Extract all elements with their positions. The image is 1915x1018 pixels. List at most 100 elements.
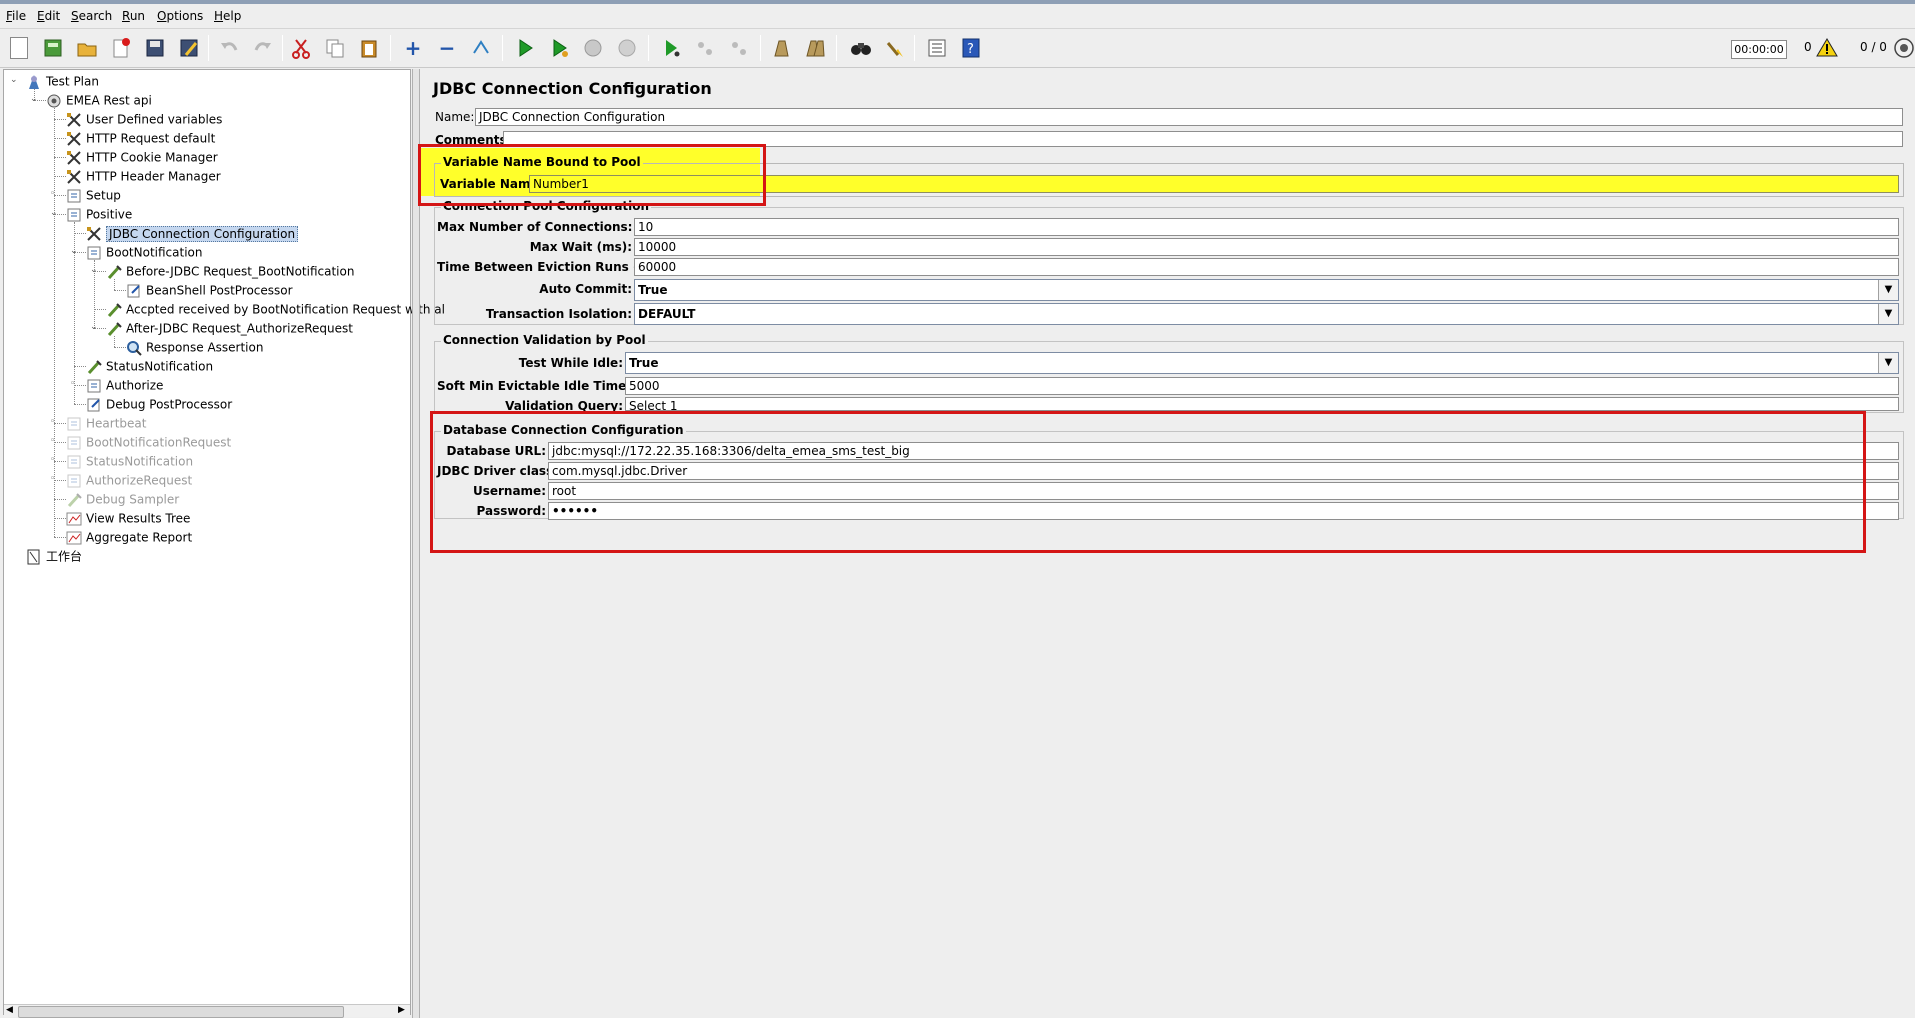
scroll-right-arrow-icon[interactable]: ▶ — [398, 1005, 405, 1015]
shutdown-icon[interactable] — [612, 33, 642, 63]
function-helper-icon[interactable] — [922, 33, 952, 63]
save-as-icon[interactable] — [174, 33, 204, 63]
scrollbar-thumb[interactable] — [18, 1006, 344, 1018]
tree-node[interactable]: Response Assertion — [126, 338, 263, 356]
menu-file[interactable]: File — [6, 9, 26, 23]
testplan-icon — [26, 74, 42, 90]
search-icon[interactable] — [846, 33, 876, 63]
tree-collapsed-handle-icon[interactable]: ◦ — [50, 418, 58, 427]
tree-node-label: Test Plan — [46, 74, 99, 89]
tree-node[interactable]: StatusNotification — [86, 357, 213, 375]
close-icon[interactable] — [106, 33, 136, 63]
menu-edit[interactable]: Edit — [37, 9, 60, 23]
menu-search[interactable]: Search — [71, 9, 112, 23]
clear-icon[interactable] — [766, 33, 796, 63]
auto-commit-select[interactable]: True ▼ — [634, 279, 1899, 301]
collapse-icon[interactable]: − — [432, 33, 462, 63]
toolbar: + − ? 00:00:00 0 0 / 0 — [0, 29, 1915, 68]
tree-expand-handle-icon[interactable]: ⌄ — [70, 247, 78, 256]
tree-node[interactable]: Authorize — [86, 376, 163, 394]
tree-node[interactable]: EMEA Rest api — [46, 91, 152, 109]
tree-node[interactable]: Setup — [66, 186, 121, 204]
controller-icon — [66, 188, 82, 204]
templates-icon[interactable] — [38, 33, 68, 63]
warning-icon[interactable] — [1816, 37, 1838, 60]
max-wait-field[interactable]: 10000 — [634, 238, 1899, 256]
cut-icon[interactable] — [286, 33, 316, 63]
open-icon[interactable] — [72, 33, 102, 63]
clear-all-icon[interactable] — [800, 33, 830, 63]
remote-exit-icon[interactable] — [724, 33, 754, 63]
tree-collapsed-handle-icon[interactable]: ◦ — [50, 190, 58, 199]
tree-expand-handle-icon[interactable]: ⌄ — [90, 266, 98, 275]
tree-node[interactable]: 工作台 — [26, 547, 82, 565]
tree-node-label: StatusNotification — [106, 359, 214, 374]
tree-collapsed-handle-icon[interactable]: ◦ — [50, 475, 58, 484]
tree-node[interactable]: User Defined variables — [66, 110, 222, 128]
expand-icon[interactable]: + — [398, 33, 428, 63]
tree-node[interactable]: StatusNotification — [66, 452, 193, 470]
tree-expand-handle-icon[interactable]: ⌄ — [50, 209, 58, 218]
tree-node[interactable]: AuthorizeRequest — [66, 471, 192, 489]
redo-icon[interactable] — [248, 33, 278, 63]
name-field[interactable]: JDBC Connection Configuration — [475, 108, 1903, 126]
new-icon[interactable] — [4, 33, 34, 63]
toggle-icon[interactable] — [466, 33, 496, 63]
tree-node[interactable]: BootNotificationRequest — [66, 433, 231, 451]
tree-node[interactable]: View Results Tree — [66, 509, 190, 527]
tree-expand-handle-icon[interactable]: ⌄ — [10, 76, 18, 85]
test-while-idle-select[interactable]: True ▼ — [625, 352, 1899, 374]
tree-node[interactable]: Heartbeat — [66, 414, 146, 432]
sampler-icon — [86, 359, 102, 375]
start-no-pause-icon[interactable] — [544, 33, 574, 63]
menu-help[interactable]: Help — [214, 9, 241, 23]
stop-icon[interactable] — [578, 33, 608, 63]
pane-splitter[interactable] — [412, 69, 420, 1018]
tree-node[interactable]: BeanShell PostProcessor — [126, 281, 293, 299]
chevron-down-icon[interactable]: ▼ — [1878, 280, 1898, 300]
tree-node[interactable]: Accpted received by BootNotification Req… — [106, 300, 445, 318]
menu-options[interactable]: Options — [157, 9, 203, 23]
tree-node[interactable]: Debug Sampler — [66, 490, 179, 508]
test-plan-tree[interactable]: Test Plan ⌄ EMEA Rest api ⌄ User Defined var… — [3, 69, 445, 1015]
tree-expand-handle-icon[interactable]: ⌄ — [90, 323, 98, 332]
start-icon[interactable] — [510, 33, 540, 63]
tree-node[interactable]: After-JDBC Request_AuthorizeRequest — [106, 319, 353, 337]
tree-expand-handle-icon[interactable]: ⌄ — [30, 95, 38, 104]
chevron-down-icon[interactable]: ▼ — [1878, 304, 1898, 324]
tree-node-label: HTTP Cookie Manager — [86, 150, 218, 165]
tree-collapsed-handle-icon[interactable]: ◦ — [70, 380, 78, 389]
menu-run[interactable]: Run — [122, 9, 145, 23]
tree-node[interactable]: Debug PostProcessor — [86, 395, 232, 413]
chevron-down-icon[interactable]: ▼ — [1878, 353, 1898, 373]
transaction-isolation-value: DEFAULT — [638, 307, 696, 321]
tree-node-label: BootNotification — [106, 245, 203, 260]
tree-node[interactable]: Aggregate Report — [66, 528, 192, 546]
copy-icon[interactable] — [320, 33, 350, 63]
soft-min-idle-field[interactable]: 5000 — [625, 377, 1899, 395]
paste-icon[interactable] — [354, 33, 384, 63]
tree-collapsed-handle-icon[interactable]: ◦ — [50, 456, 58, 465]
max-connections-field[interactable]: 10 — [634, 218, 1899, 236]
tree-horizontal-scrollbar[interactable]: ◀ ▶ — [4, 1004, 410, 1018]
reset-search-icon[interactable] — [880, 33, 910, 63]
undo-icon[interactable] — [214, 33, 244, 63]
scroll-left-arrow-icon[interactable]: ◀ — [6, 1005, 13, 1015]
remote-start-icon[interactable] — [656, 33, 686, 63]
tree-node[interactable]: Test Plan — [26, 72, 99, 90]
tree-node[interactable]: HTTP Cookie Manager — [66, 148, 218, 166]
tree-collapsed-handle-icon[interactable]: ◦ — [50, 437, 58, 446]
eviction-runs-field[interactable]: 60000 — [634, 258, 1899, 276]
remote-stop-icon[interactable] — [690, 33, 720, 63]
save-icon[interactable] — [140, 33, 170, 63]
tree-node[interactable]: JDBC Connection Configuration — [86, 224, 299, 242]
tree-node[interactable]: HTTP Header Manager — [66, 167, 221, 185]
help-icon[interactable]: ? — [956, 33, 986, 63]
transaction-isolation-select[interactable]: DEFAULT ▼ — [634, 303, 1899, 325]
tree-node[interactable]: HTTP Request default — [66, 129, 215, 147]
validation-query-field[interactable]: Select 1 — [625, 397, 1899, 411]
tree-node[interactable]: Positive — [66, 205, 132, 223]
test-while-idle-label: Test While Idle: — [518, 356, 623, 370]
tree-node[interactable]: BootNotification — [86, 243, 202, 261]
tree-node[interactable]: Before-JDBC Request_BootNotification — [106, 262, 354, 280]
